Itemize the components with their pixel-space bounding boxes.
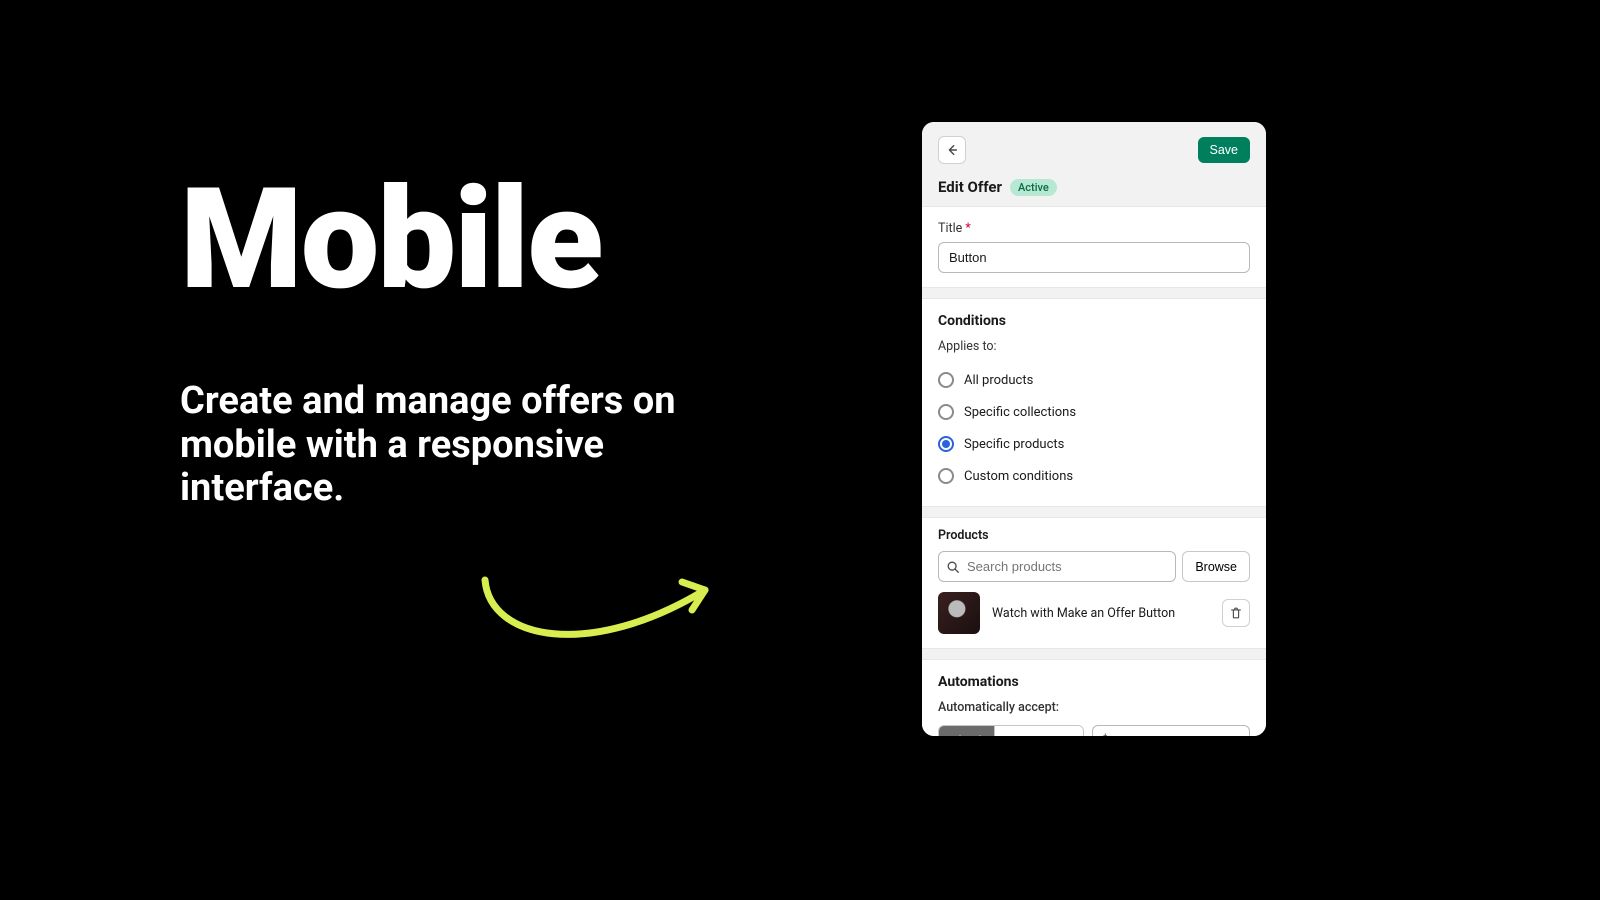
hero-subtitle: Create and manage offers on mobile with … xyxy=(180,380,740,511)
automations-card: Automations Automatically accept: Fixed … xyxy=(922,659,1266,736)
applies-to-label: Applies to: xyxy=(938,339,1250,354)
search-icon xyxy=(946,560,960,574)
auto-accept-label: Automatically accept: xyxy=(938,700,1250,715)
radio-icon xyxy=(938,468,954,484)
radio-label: All products xyxy=(964,373,1033,388)
hero-title: Mobile xyxy=(180,170,830,310)
remove-product-button[interactable] xyxy=(1222,599,1250,627)
products-card: Products Browse Watch with Make an Offer… xyxy=(922,517,1266,649)
products-heading: Products xyxy=(938,528,1250,543)
required-marker: * xyxy=(965,221,970,236)
segment-fixed[interactable]: Fixed xyxy=(939,726,994,736)
product-name: Watch with Make an Offer Button xyxy=(992,606,1210,621)
radio-label: Specific collections xyxy=(964,405,1076,420)
radio-custom-conditions[interactable]: Custom conditions xyxy=(938,460,1250,492)
radio-icon xyxy=(938,372,954,388)
browse-button[interactable]: Browse xyxy=(1182,551,1250,582)
radio-label: Specific products xyxy=(964,437,1064,452)
conditions-card: Conditions Applies to: All products Spec… xyxy=(922,298,1266,507)
conditions-heading: Conditions xyxy=(938,313,1250,329)
title-input[interactable] xyxy=(938,242,1250,273)
title-card: Title * xyxy=(922,206,1266,288)
radio-icon xyxy=(938,404,954,420)
currency-symbol: $ xyxy=(1102,733,1109,736)
radio-all-products[interactable]: All products xyxy=(938,364,1250,396)
page-title: Edit Offer xyxy=(938,178,1002,196)
radio-label: Custom conditions xyxy=(964,469,1073,484)
arrow-graphic xyxy=(470,560,740,670)
product-thumbnail xyxy=(938,592,980,634)
title-label-text: Title xyxy=(938,221,962,236)
radio-icon xyxy=(938,436,954,452)
save-button[interactable]: Save xyxy=(1198,137,1251,163)
radio-specific-products[interactable]: Specific products xyxy=(938,428,1250,460)
status-badge: Active xyxy=(1010,179,1057,196)
product-list-item: Watch with Make an Offer Button xyxy=(938,592,1250,634)
radio-specific-collections[interactable]: Specific collections xyxy=(938,396,1250,428)
panel-header: Save Edit Offer Active xyxy=(922,122,1266,206)
mobile-app-panel: Save Edit Offer Active Title * Condition… xyxy=(922,122,1266,736)
product-search-input[interactable] xyxy=(938,551,1176,582)
segment-percentage[interactable]: Percentage xyxy=(994,726,1083,736)
amount-type-segment: Fixed Percentage xyxy=(938,725,1084,736)
back-button[interactable] xyxy=(938,136,966,164)
hero-block: Mobile Create and manage offers on mobil… xyxy=(180,170,830,511)
title-label: Title * xyxy=(938,221,1250,236)
automations-heading: Automations xyxy=(938,674,1250,690)
arrow-left-icon xyxy=(945,143,959,157)
amount-input[interactable] xyxy=(1092,725,1250,736)
trash-icon xyxy=(1229,606,1243,620)
